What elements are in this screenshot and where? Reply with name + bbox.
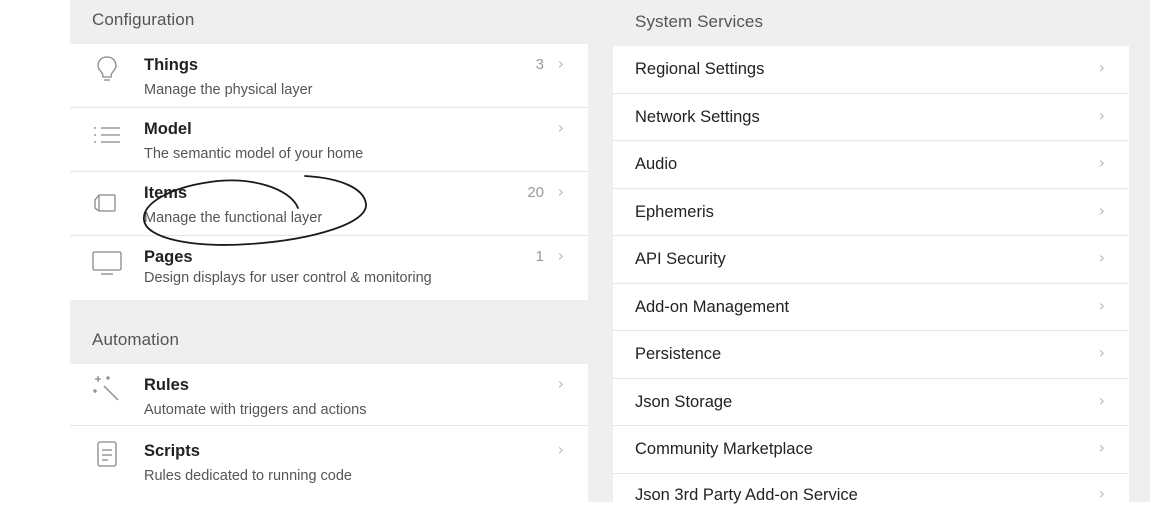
service-item-label: Network Settings [635, 108, 760, 127]
service-item-community-marketplace[interactable]: Community Marketplace › [613, 426, 1129, 474]
config-item-subtitle: Manage the functional layer [144, 210, 322, 226]
service-item-api-security[interactable]: API Security › [613, 236, 1129, 284]
service-item-label: Ephemeris [635, 203, 714, 222]
automation-item-rules[interactable]: Rules Automate with triggers and actions… [70, 364, 588, 426]
chevron-right-icon: › [1099, 153, 1105, 172]
system-services-heading: System Services [635, 12, 763, 32]
config-item-count: 3 [536, 56, 544, 73]
service-item-label: Persistence [635, 345, 721, 364]
service-item-label: Regional Settings [635, 60, 764, 79]
config-item-pages[interactable]: Pages Design displays for user control &… [70, 236, 588, 300]
service-item-json-storage[interactable]: Json Storage › [613, 379, 1129, 427]
chevron-right-icon: › [1099, 201, 1105, 220]
chevron-right-icon: › [1099, 484, 1105, 503]
automation-item-scripts[interactable]: Scripts Rules dedicated to running code … [70, 426, 588, 488]
monitor-icon [92, 248, 122, 278]
automation-card: Rules Automate with triggers and actions… [70, 364, 588, 502]
chevron-right-icon: › [1099, 58, 1105, 77]
config-item-count: 1 [536, 248, 544, 265]
service-item-label: Add-on Management [635, 298, 789, 317]
config-item-subtitle: Manage the physical layer [144, 82, 312, 98]
config-item-title: Pages [144, 248, 193, 267]
config-item-title: Things [144, 56, 198, 75]
magic-wand-icon [92, 372, 122, 402]
cube-icon [92, 186, 122, 216]
config-item-title: Model [144, 120, 192, 139]
chevron-right-icon: › [1099, 248, 1105, 267]
config-item-things[interactable]: Things Manage the physical layer 3 › [70, 44, 588, 108]
service-item-persistence[interactable]: Persistence › [613, 331, 1129, 379]
lightbulb-icon [92, 54, 122, 84]
chevron-right-icon: › [1099, 296, 1105, 315]
chevron-right-icon: › [558, 118, 564, 137]
chevron-right-icon: › [1099, 343, 1105, 362]
configuration-heading: Configuration [92, 10, 194, 30]
service-item-label: API Security [635, 250, 726, 269]
automation-item-title: Scripts [144, 442, 200, 461]
automation-item-subtitle: Rules dedicated to running code [144, 468, 352, 484]
config-item-subtitle: Design displays for user control & monit… [144, 270, 432, 286]
service-item-label: Community Marketplace [635, 440, 813, 459]
service-item-audio[interactable]: Audio › [613, 141, 1129, 189]
settings-canvas: Configuration Things Manage the physical… [70, 0, 1150, 502]
service-item-addon-management[interactable]: Add-on Management › [613, 284, 1129, 332]
chevron-right-icon: › [558, 246, 564, 265]
automation-item-title: Rules [144, 376, 189, 395]
chevron-right-icon: › [558, 374, 564, 393]
chevron-right-icon: › [558, 54, 564, 73]
config-item-subtitle: The semantic model of your home [144, 146, 363, 162]
automation-item-subtitle: Automate with triggers and actions [144, 402, 366, 418]
config-item-model[interactable]: Model The semantic model of your home › [70, 108, 588, 172]
automation-heading: Automation [92, 330, 179, 350]
service-item-label: Json Storage [635, 393, 732, 412]
config-item-title: Items [144, 184, 187, 203]
list-icon [92, 120, 122, 150]
config-item-count: 20 [527, 184, 544, 201]
service-item-network-settings[interactable]: Network Settings › [613, 94, 1129, 142]
service-item-json-3rd-party-addon-service[interactable]: Json 3rd Party Add-on Service › [613, 474, 1129, 521]
chevron-right-icon: › [558, 182, 564, 201]
chevron-right-icon: › [558, 440, 564, 459]
chevron-right-icon: › [1099, 438, 1105, 457]
configuration-card: Things Manage the physical layer 3 › Mod… [70, 44, 588, 300]
service-item-label: Audio [635, 155, 677, 174]
chevron-right-icon: › [1099, 391, 1105, 410]
system-services-card: Regional Settings › Network Settings › A… [613, 46, 1129, 502]
config-item-items[interactable]: Items Manage the functional layer 20 › [70, 172, 588, 236]
service-item-regional-settings[interactable]: Regional Settings › [613, 46, 1129, 94]
service-item-ephemeris[interactable]: Ephemeris › [613, 189, 1129, 237]
chevron-right-icon: › [1099, 106, 1105, 125]
script-document-icon [92, 440, 122, 470]
